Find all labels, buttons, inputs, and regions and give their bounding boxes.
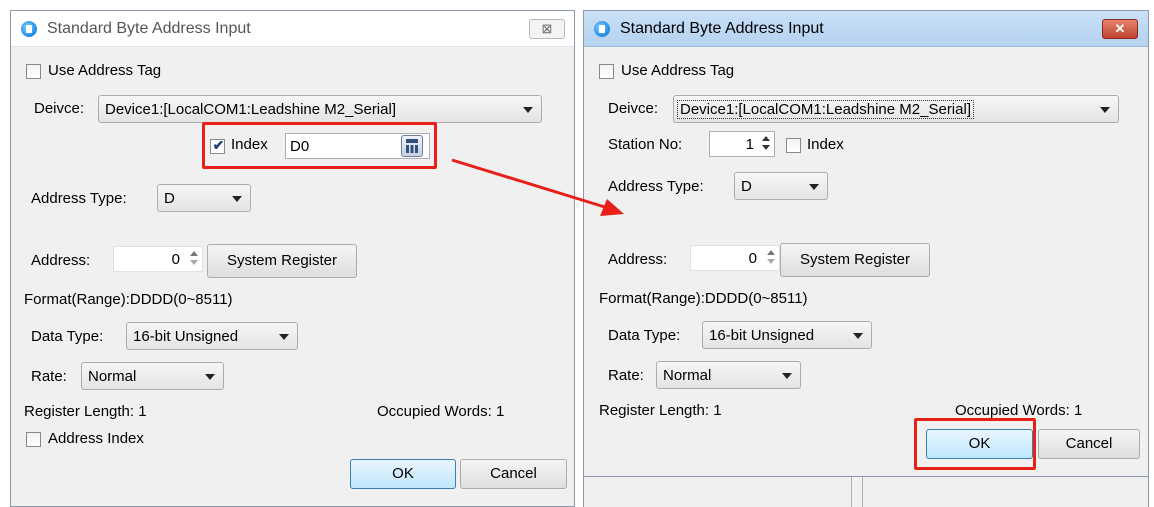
arrow-shaft — [451, 158, 609, 210]
arrow-head-icon — [600, 199, 624, 216]
annotation-arrow — [451, 158, 624, 216]
